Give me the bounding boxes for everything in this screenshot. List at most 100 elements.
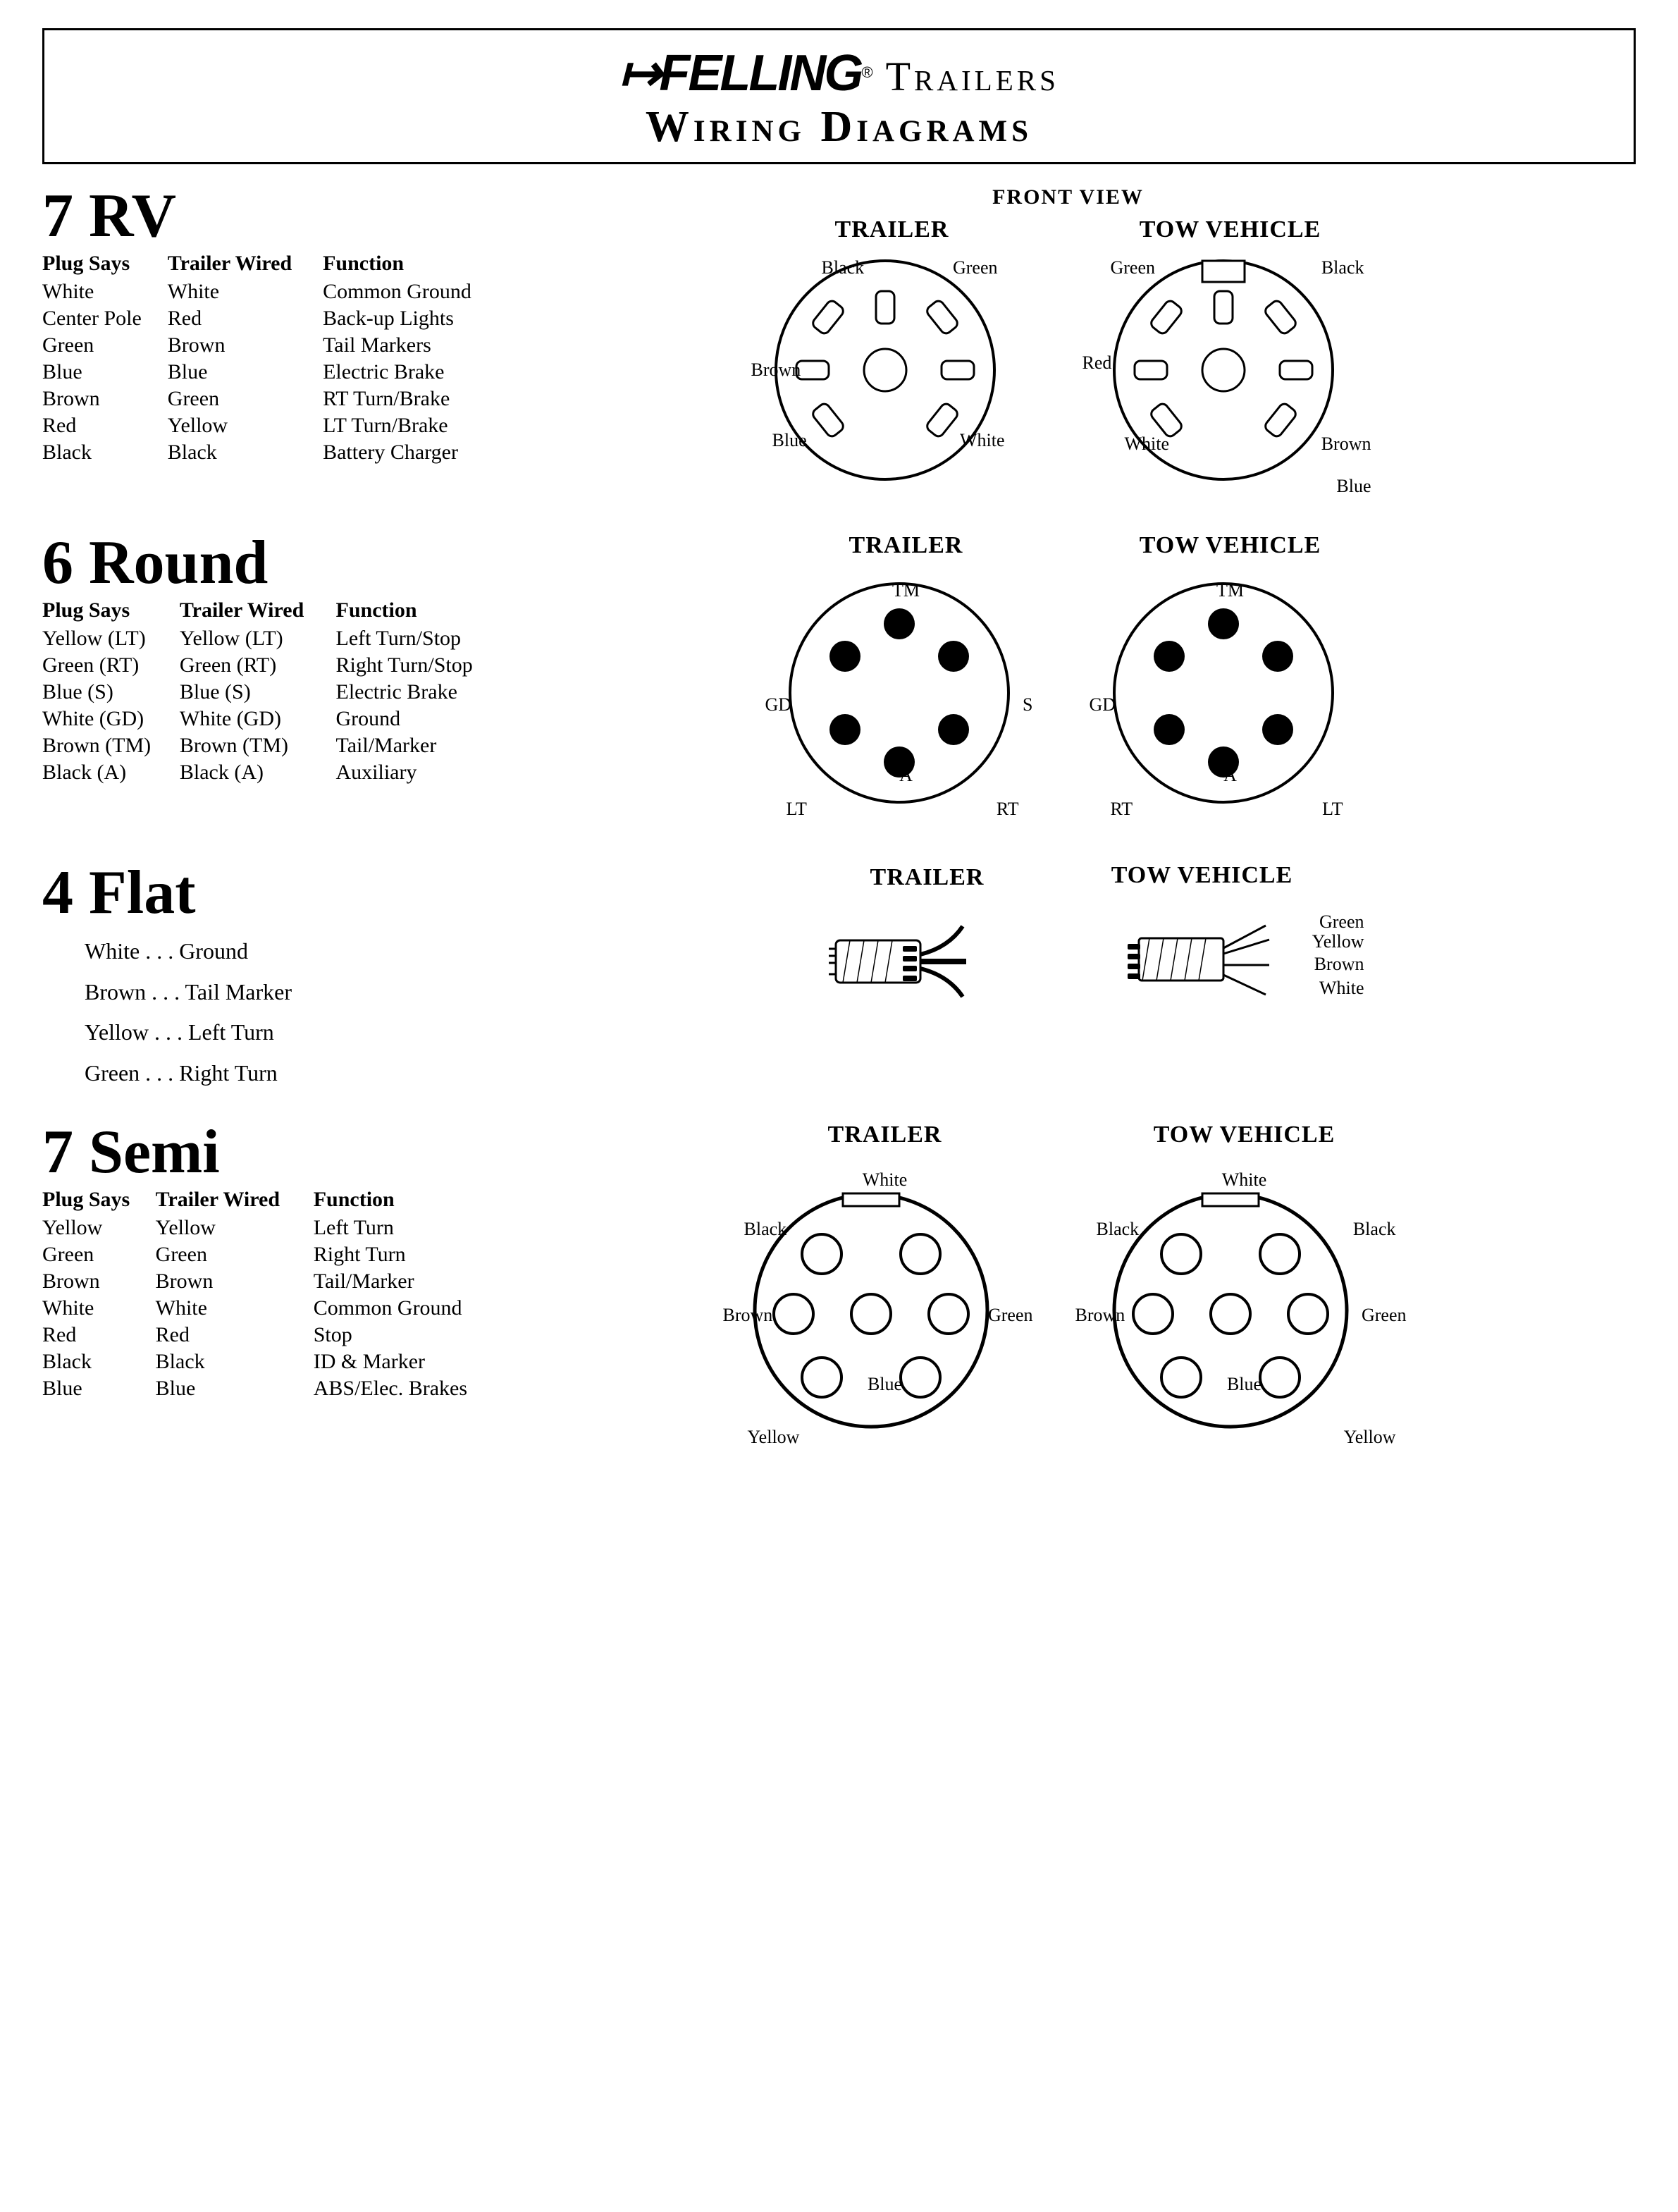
tow-semi-label-brown: Brown [1075,1305,1125,1326]
6round-trailer-diagram: TRAILER TM GD S LT RT A [772,532,1040,834]
col-plug-says: Plug Says [42,1188,156,1215]
7rv-left: 7 RV Plug Says Trailer Wired Function Wh… [42,185,500,466]
7semi-title: 7 Semi [42,1122,500,1184]
tow-semi-label-blue: Blue [1227,1374,1261,1395]
7semi-trailer-svg [751,1176,991,1444]
6round-right: TRAILER TM GD S LT RT A [500,532,1636,834]
semi-label-black-left: Black [744,1219,787,1240]
7semi-trailer-label: TRAILER [828,1122,942,1148]
label-gd: GD [765,694,792,715]
wire-label-white: White [1319,978,1364,999]
4flat-left: 4 Flat White . . . Ground Brown . . . Ta… [42,862,500,1093]
table-row: RedRedStop [42,1322,500,1348]
col-function: Function [323,252,500,278]
wire-label-brown: Brown [1314,954,1364,975]
4flat-tow-svg [1097,896,1308,1023]
tow-label-white: White [1125,434,1170,455]
6round-table: Plug Says Trailer Wired Function Yellow … [42,598,500,786]
4flat-trailer-block: TRAILER [829,864,1026,1025]
table-row: WhiteWhiteCommon Ground [42,278,500,305]
table-row: GreenBrownTail Markers [42,332,500,359]
7semi-right: TRAILER White Black Brown Blue Yellow Gr… [500,1122,1636,1466]
label-tm: TM [892,580,920,601]
col-trailer-wired: Trailer Wired [168,252,323,278]
table-row: Black (A)Black (A)Auxiliary [42,759,500,786]
tow-label-brown: Brown [1321,434,1371,455]
tow-label-blue: Blue [1336,476,1371,497]
header-title2: Wiring Diagrams [58,102,1620,152]
front-view-label: FRONT VIEW [500,185,1636,209]
page-header: ↦FELLING® Trailers Wiring Diagrams [42,28,1636,164]
semi-label-blue: Blue [868,1374,902,1395]
4flat-tow-block: TOW VEHICLE [1097,862,1308,1026]
7semi-table: Plug Says Trailer Wired Function YellowY… [42,1188,500,1402]
4flat-trailer-label: TRAILER [870,864,985,891]
list-item: Yellow . . . Left Turn [85,1012,500,1053]
7semi-left: 7 Semi Plug Says Trailer Wired Function … [42,1122,500,1402]
7semi-trailer-diagram: TRAILER White Black Brown Blue Yellow Gr… [737,1122,1033,1466]
tow-semi-label-yellow: Yellow [1344,1427,1396,1448]
col-trailer-wired: Trailer Wired [180,598,336,625]
table-row: Blue (S)Blue (S)Electric Brake [42,679,500,706]
semi-label-brown: Brown [723,1305,773,1326]
tow-label-rt: RT [1111,799,1133,820]
7rv-tow-diagram: TOW VEHICLE Green Black Red Brown White … [1082,216,1378,504]
table-row: BlackBlackID & Marker [42,1348,500,1375]
7rv-right: FRONT VIEW TRAILER Black Green Brown Blu… [500,185,1636,504]
tow-label-red: Red [1082,352,1112,374]
6round-title: 6 Round [42,532,500,594]
4flat-title: 4 Flat [42,862,500,924]
wire-label-yellow: Yellow [1312,931,1364,952]
tow-label-black: Black [1321,257,1364,278]
table-row: Brown (TM)Brown (TM)Tail/Marker [42,732,500,759]
header-title1: Trailers [886,53,1059,100]
table-row: GreenGreenRight Turn [42,1241,500,1268]
section-4flat: 4 Flat White . . . Ground Brown . . . Ta… [42,862,1636,1093]
col-function: Function [336,598,501,625]
7semi-tow-svg [1111,1176,1350,1444]
table-row: RedYellowLT Turn/Brake [42,412,500,439]
section-6round: 6 Round Plug Says Trailer Wired Function… [42,532,1636,834]
table-row: WhiteWhiteCommon Ground [42,1295,500,1322]
tow-semi-label-black: Black [1097,1219,1140,1240]
trailer-label-6r: TRAILER [849,532,963,559]
7semi-tow-diagram: TOW VEHICLE White Black Black Brown Gree… [1090,1122,1400,1466]
tow-label-tm: TM [1216,580,1244,601]
table-row: BrownBrownTail/Marker [42,1268,500,1295]
table-row: BlackBlackBattery Charger [42,439,500,466]
label-rt: RT [997,799,1019,820]
4flat-diagrams: TRAILER [500,862,1636,1026]
tow-vehicle-label: TOW VEHICLE [1140,216,1321,243]
6round-left: 6 Round Plug Says Trailer Wired Function… [42,532,500,786]
table-row: Center PoleRedBack-up Lights [42,305,500,332]
semi-label-yellow: Yellow [748,1427,800,1448]
list-item: Brown . . . Tail Marker [85,972,500,1013]
list-item: Green . . . Right Turn [85,1053,500,1094]
section-7rv: 7 RV Plug Says Trailer Wired Function Wh… [42,185,1636,504]
tow-semi-label-green: Green [1362,1305,1407,1326]
trailer-label: TRAILER [835,216,949,243]
col-trailer-wired: Trailer Wired [156,1188,314,1215]
7rv-title: 7 RV [42,185,500,247]
7semi-diagrams: TRAILER White Black Brown Blue Yellow Gr… [500,1122,1636,1466]
label-white: White [960,430,1005,451]
6round-diagrams: TRAILER TM GD S LT RT A [500,532,1636,834]
label-lt: LT [786,799,807,820]
7rv-diagrams: TRAILER Black Green Brown Blue White [500,216,1636,504]
table-row: BlueBlueElectric Brake [42,359,500,386]
logo-trademark: ® [861,63,872,82]
4flat-trailer-svg [829,898,1026,1025]
table-row: Green (RT)Green (RT)Right Turn/Stop [42,652,500,679]
label-green: Green [953,257,998,278]
table-row: Yellow (LT)Yellow (LT)Left Turn/Stop [42,625,500,652]
tow-semi-label-black-r: Black [1353,1219,1396,1240]
table-row: YellowYellowLeft Turn [42,1215,500,1241]
list-item: White . . . Ground [85,931,500,972]
table-row: BrownGreenRT Turn/Brake [42,386,500,412]
label-brown: Brown [751,360,801,381]
table-row: BlueBlueABS/Elec. Brakes [42,1375,500,1402]
7semi-tow-label: TOW VEHICLE [1154,1122,1335,1148]
col-function: Function [314,1188,500,1215]
4flat-list: White . . . Ground Brown . . . Tail Mark… [85,931,500,1093]
6round-tow-diagram: TOW VEHICLE TM GD RT LT A [1097,532,1364,834]
